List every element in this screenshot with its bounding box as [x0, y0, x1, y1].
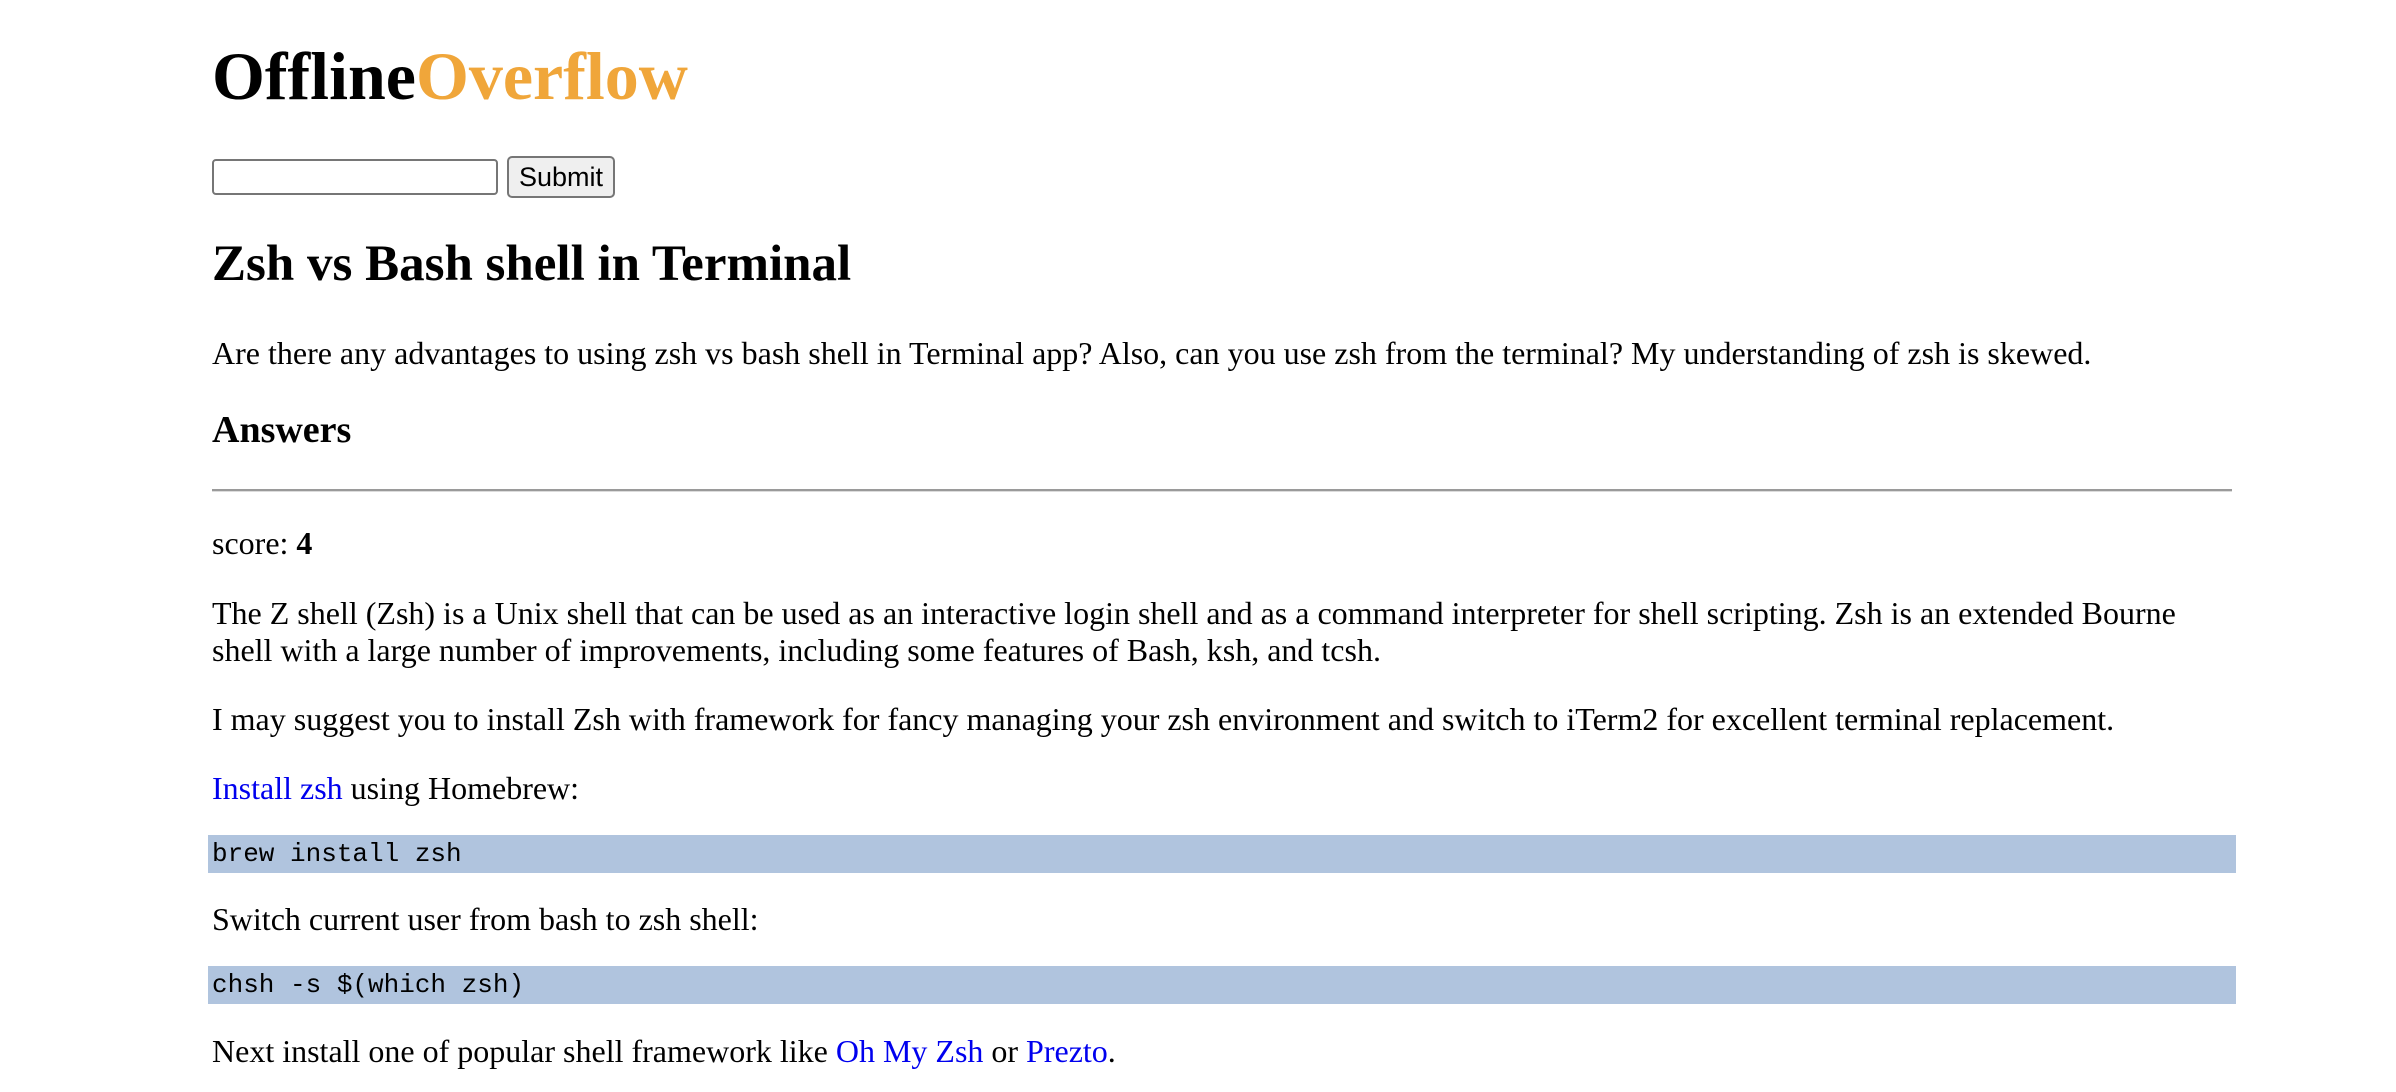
site-logo[interactable]: OfflineOverflow: [212, 36, 688, 116]
search-input[interactable]: [212, 159, 498, 195]
submit-button[interactable]: Submit: [507, 156, 616, 198]
or-text: or: [983, 1033, 1027, 1069]
score-value: 4: [296, 525, 313, 561]
answers-heading: Answers: [212, 409, 352, 451]
code-block: brew install zsh: [208, 835, 2236, 873]
next-prefix-text: Next install one of popular shell framew…: [212, 1033, 836, 1069]
answer-paragraph: The Z shell (Zsh) is a Unix shell that c…: [212, 595, 2176, 668]
logo-overflow-text: Overflow: [415, 38, 688, 114]
logo-offline-text: Offline: [212, 38, 416, 114]
code-block: chsh -s $(which zsh): [208, 966, 2236, 1004]
answer-paragraph: Install zsh using Homebrew:: [212, 770, 579, 807]
answer-divider: [212, 489, 2232, 492]
question-body: Are there any advantages to using zsh vs…: [212, 335, 2092, 371]
answer-paragraph: Next install one of popular shell framew…: [212, 1033, 1116, 1070]
score-label: score:: [212, 525, 289, 561]
prezto-link[interactable]: Prezto: [1026, 1033, 1108, 1069]
answer-paragraph: I may suggest you to install Zsh with fr…: [212, 701, 2115, 737]
question-title: Zsh vs Bash shell in Terminal: [212, 236, 852, 292]
answer-score: score: 4: [212, 525, 312, 562]
install-suffix-text: using Homebrew:: [342, 770, 580, 806]
install-zsh-link[interactable]: Install zsh: [212, 770, 343, 806]
answer-paragraph: Switch current user from bash to zsh she…: [212, 901, 759, 937]
search-form: Submit: [212, 156, 616, 198]
end-period-text: .: [1107, 1033, 1116, 1069]
oh-my-zsh-link[interactable]: Oh My Zsh: [836, 1033, 984, 1069]
